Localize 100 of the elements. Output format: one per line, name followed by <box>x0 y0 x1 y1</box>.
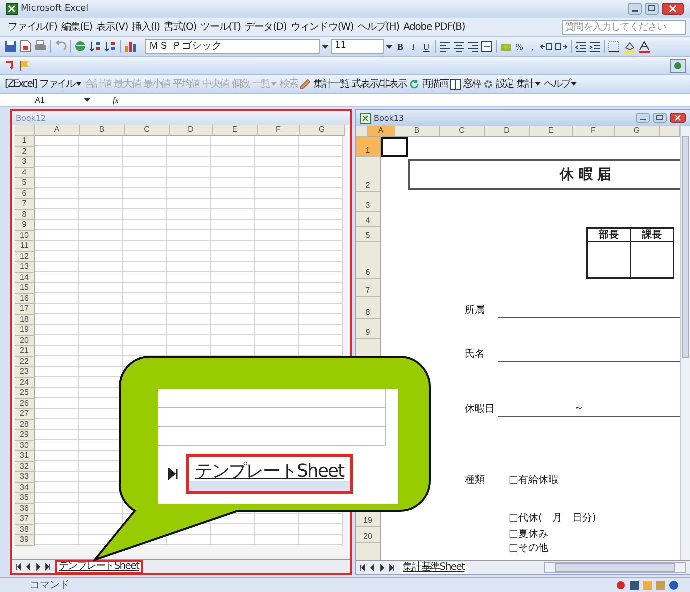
workbook-title: Book12 <box>12 111 350 125</box>
row-header[interactable]: 20 <box>15 336 35 346</box>
checkbox-option: □その他 <box>509 543 548 555</box>
toolbar-button[interactable]: 設定 <box>494 77 514 91</box>
row-header[interactable]: 30 <box>15 440 35 451</box>
field-label: 氏名 <box>465 349 485 361</box>
row-header[interactable]: 6 <box>15 188 35 199</box>
row-header[interactable]: 23 <box>15 367 35 378</box>
font-name-field[interactable]: ＭＳ Ｐゴシック <box>145 39 320 54</box>
table-header-cell: 課長 <box>631 229 674 241</box>
row-header[interactable]: 32 <box>15 462 35 472</box>
toolbar-button[interactable]: 再描画 <box>420 77 450 91</box>
toolbar-button[interactable]: 集計 <box>515 77 542 91</box>
column-header[interactable]: E <box>213 125 258 136</box>
menu-item[interactable]: 挿入(I) <box>130 20 162 34</box>
row-header[interactable]: 1 <box>356 137 381 157</box>
number-format-button[interactable]: % <box>514 42 525 52</box>
form-title: 休 暇 届 <box>560 166 612 184</box>
column-header[interactable]: A <box>368 126 395 137</box>
row-header[interactable]: 26 <box>15 398 35 409</box>
row-header[interactable]: 33 <box>15 472 35 482</box>
workbook-title: Book13 <box>374 114 404 122</box>
row-header[interactable]: 15 <box>15 283 35 294</box>
text-style-button[interactable]: B <box>395 42 406 52</box>
row-header[interactable]: 34 <box>15 482 35 493</box>
row-header[interactable]: 3 <box>15 157 35 168</box>
column-header[interactable]: A <box>35 125 80 136</box>
row-header[interactable]: 17 <box>15 304 35 314</box>
row-header[interactable]: 36 <box>15 504 35 514</box>
toolbar-button[interactable]: 式表示/非表示 <box>350 77 408 91</box>
column-header[interactable]: B <box>80 125 125 136</box>
column-header[interactable]: F <box>258 125 300 136</box>
checkbox-option: □夏休み <box>509 529 548 541</box>
row-header[interactable]: 12 <box>15 252 35 262</box>
number-format-button[interactable]: , <box>527 42 538 52</box>
function-button[interactable]: fx <box>113 96 119 104</box>
help-search-field[interactable]: 質問を入力してください <box>562 20 686 34</box>
row-header[interactable]: 21 <box>15 346 35 356</box>
toolbar-button[interactable]: 集計一覧 <box>312 77 350 91</box>
row-header[interactable]: 5 <box>15 178 35 188</box>
window-title: Microsoft Excel <box>21 4 89 14</box>
field-label: 休暇日 <box>465 404 495 416</box>
column-header[interactable]: E <box>530 126 573 137</box>
row-header[interactable]: 10 <box>15 230 35 241</box>
row-header[interactable]: 37 <box>15 514 35 524</box>
column-header[interactable]: G <box>615 126 660 137</box>
row-header[interactable]: 18 <box>15 314 35 325</box>
menu-item[interactable]: 表示(V) <box>94 20 130 34</box>
row-header[interactable]: 13 <box>15 262 35 272</box>
toolbar-button[interactable]: [ZExcel] <box>4 78 38 90</box>
toolbar-button[interactable]: ファイル <box>38 77 83 91</box>
column-header[interactable]: C <box>440 126 485 137</box>
column-header[interactable]: C <box>125 125 170 136</box>
row-header[interactable]: 38 <box>15 524 35 535</box>
toolbar-button[interactable]: 窓枠 <box>462 77 482 91</box>
row-header[interactable]: 27 <box>15 409 35 420</box>
menu-item[interactable]: ツール(T) <box>198 20 243 34</box>
menu-item[interactable]: Adobe PDF(B) <box>401 22 468 32</box>
text-style-button[interactable]: U <box>421 42 432 52</box>
font-size-field[interactable]: 11 <box>331 39 384 54</box>
row-header[interactable]: 14 <box>15 272 35 283</box>
row-header[interactable]: 28 <box>15 420 35 430</box>
status-text: コマンド <box>30 579 70 592</box>
row-header[interactable]: 29 <box>15 430 35 440</box>
row-header[interactable]: 2 <box>15 146 35 157</box>
sheet-tab-label: テンプレートSheet <box>195 461 344 482</box>
row-header[interactable]: 22 <box>15 356 35 367</box>
sheet-tab[interactable]: 集計基準Sheet <box>400 562 468 574</box>
row-header[interactable]: 4 <box>15 168 35 178</box>
row-header[interactable]: 25 <box>15 388 35 398</box>
row-header[interactable]: 9 <box>15 220 35 230</box>
column-header[interactable]: B <box>395 126 440 137</box>
field-label: 種類 <box>465 475 485 487</box>
menu-item[interactable]: ウィンドウ(W) <box>288 20 356 34</box>
sheet-tab[interactable]: テンプレートSheet <box>56 560 142 572</box>
menu-item[interactable]: ヘルプ(H) <box>356 20 402 34</box>
column-header[interactable]: G <box>300 125 345 136</box>
checkbox-option: □有給休暇 <box>509 475 558 487</box>
row-header[interactable]: 24 <box>15 378 35 388</box>
field-value: ～ <box>574 403 584 416</box>
row-header[interactable]: 11 <box>15 241 35 252</box>
row-header[interactable]: 7 <box>15 199 35 210</box>
name-box[interactable]: A1 <box>0 96 80 104</box>
row-header[interactable]: 19 <box>15 325 35 336</box>
menu-item[interactable]: 書式(O) <box>162 20 199 34</box>
checkbox-option: □代休( 月 日分) <box>509 513 596 525</box>
column-header[interactable]: D <box>170 125 213 136</box>
column-header[interactable]: F <box>573 126 615 137</box>
menu-item[interactable]: 編集(E) <box>59 20 94 34</box>
row-header[interactable]: 1 <box>15 136 35 146</box>
row-header[interactable]: 31 <box>15 451 35 462</box>
text-style-button[interactable]: I <box>408 42 419 52</box>
row-header[interactable]: 35 <box>15 493 35 504</box>
toolbar-button[interactable]: ヘルプ <box>543 77 578 91</box>
row-header[interactable]: 39 <box>15 535 35 546</box>
row-header[interactable]: 8 <box>15 210 35 220</box>
menu-item[interactable]: データ(D) <box>242 20 289 34</box>
column-header[interactable]: D <box>485 126 530 137</box>
row-header[interactable]: 16 <box>15 294 35 304</box>
menu-item[interactable]: ファイル(F) <box>6 20 60 34</box>
